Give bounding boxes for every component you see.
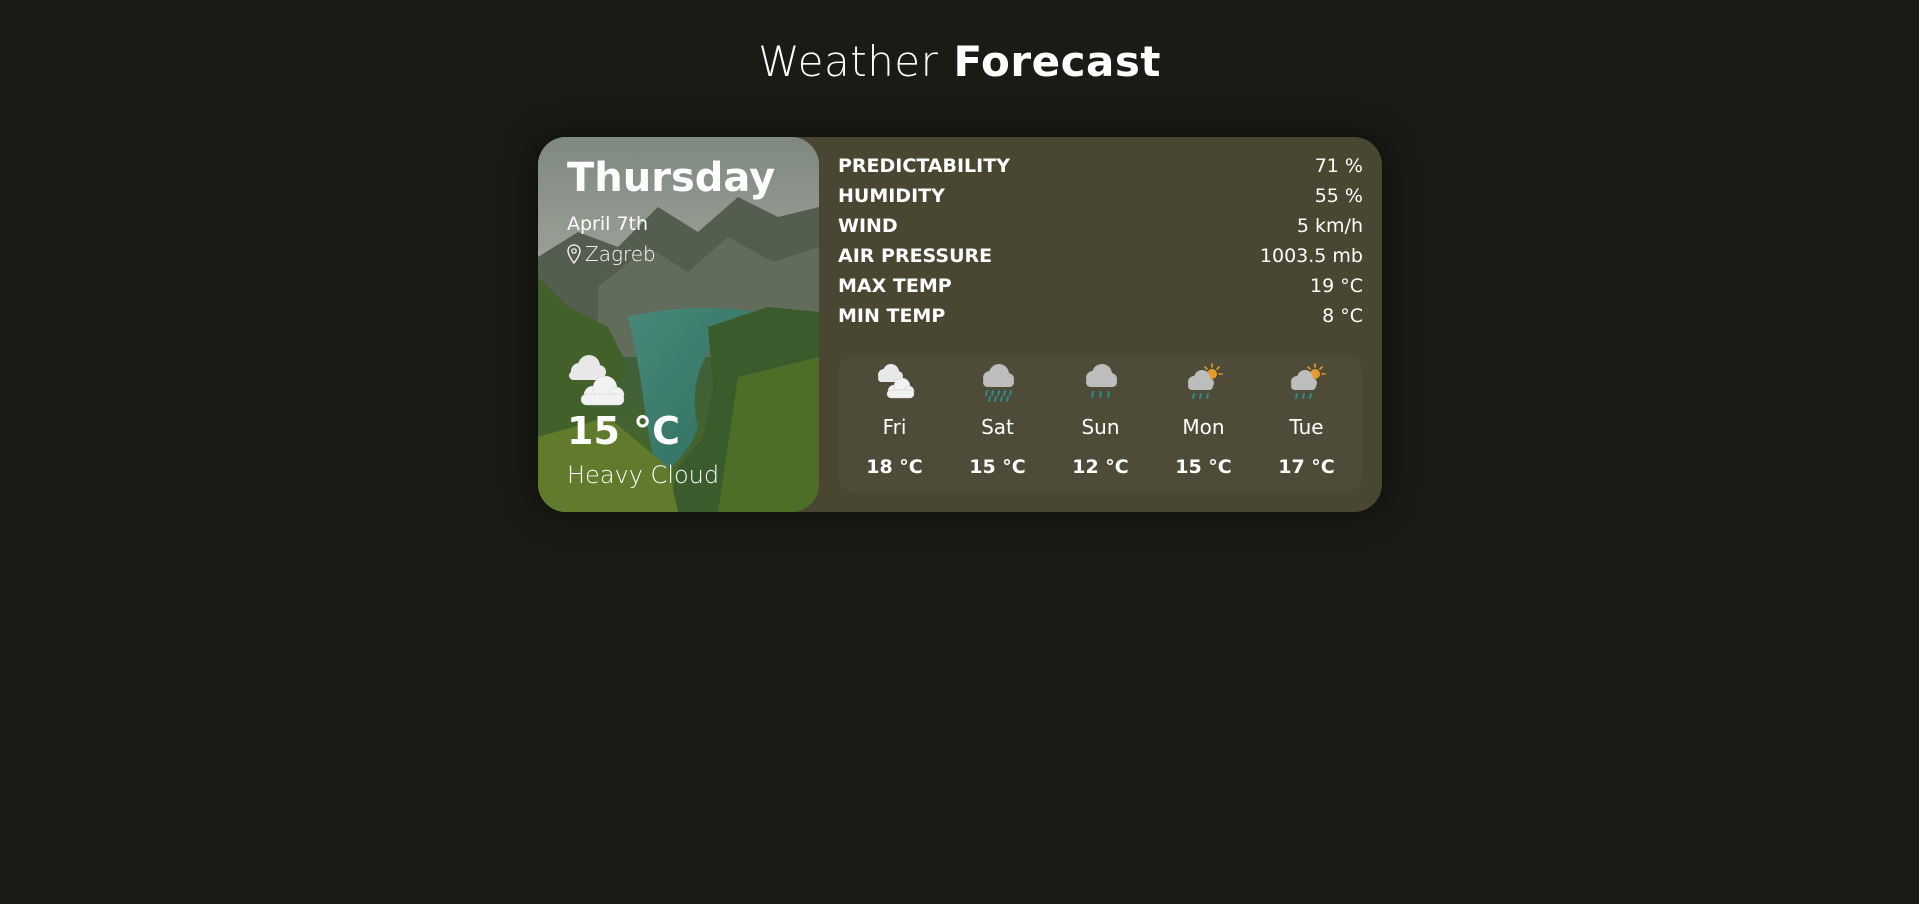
forecast-day-tue[interactable]: Tue 17 °C	[1255, 355, 1358, 493]
stat-wind: WIND 5 km/h	[838, 211, 1363, 241]
forecast-temperature: 12 °C	[1072, 456, 1129, 478]
stat-air-pressure: AIR PRESSURE 1003.5 mb	[838, 241, 1363, 271]
weather-card: Thursday April 7th Zagreb 15 °C Heavy Cl…	[538, 137, 1382, 512]
stat-value: 71 %	[1314, 155, 1363, 177]
current-description: Heavy Cloud	[567, 461, 720, 489]
location: Zagreb	[567, 242, 656, 266]
forecast-day-name: Fri	[882, 415, 907, 439]
stat-label: HUMIDITY	[838, 185, 945, 207]
stat-label: MIN TEMP	[838, 305, 946, 327]
current-date: April 7th	[567, 213, 649, 235]
stat-value: 55 %	[1314, 185, 1363, 207]
location-name: Zagreb	[585, 242, 656, 266]
forecast-day-name: Tue	[1289, 415, 1324, 439]
title-bold-text: Forecast	[953, 37, 1161, 86]
heavy-cloud-icon	[875, 363, 915, 405]
forecast-panel: Fri 18 °C Sat 15 °C Sun 12 °C Mon 15 °C …	[838, 355, 1363, 493]
stat-max-temp: MAX TEMP 19 °C	[838, 271, 1363, 301]
forecast-day-fri[interactable]: Fri 18 °C	[843, 355, 946, 493]
stat-label: PREDICTABILITY	[838, 155, 1010, 177]
stat-value: 1003.5 mb	[1259, 245, 1363, 267]
stat-value: 19 °C	[1310, 275, 1363, 297]
forecast-day-name: Sat	[981, 415, 1014, 439]
forecast-day-mon[interactable]: Mon 15 °C	[1152, 355, 1255, 493]
forecast-temperature: 18 °C	[866, 456, 923, 478]
stat-label: AIR PRESSURE	[838, 245, 993, 267]
showers-icon	[1184, 363, 1224, 407]
heavy-cloud-icon	[565, 353, 627, 411]
stat-humidity: HUMIDITY 55 %	[838, 181, 1363, 211]
title-light-text: Weather	[758, 37, 939, 86]
stat-predictability: PREDICTABILITY 71 %	[838, 151, 1363, 181]
current-day: Thursday	[567, 155, 776, 201]
current-temperature: 15 °C	[567, 409, 680, 453]
forecast-day-sat[interactable]: Sat 15 °C	[946, 355, 1049, 493]
forecast-day-name: Sun	[1081, 415, 1120, 439]
map-pin-icon	[567, 244, 581, 264]
light-rain-icon	[1081, 363, 1121, 407]
forecast-temperature: 15 °C	[1175, 456, 1232, 478]
forecast-temperature: 17 °C	[1278, 456, 1335, 478]
forecast-day-name: Mon	[1182, 415, 1225, 439]
stat-value: 8 °C	[1322, 305, 1363, 327]
forecast-temperature: 15 °C	[969, 456, 1026, 478]
heavy-rain-icon	[978, 363, 1018, 407]
current-weather-panel: Thursday April 7th Zagreb 15 °C Heavy Cl…	[538, 137, 819, 512]
weather-stats: PREDICTABILITY 71 % HUMIDITY 55 % WIND 5…	[838, 151, 1363, 331]
stat-min-temp: MIN TEMP 8 °C	[838, 301, 1363, 331]
forecast-day-sun[interactable]: Sun 12 °C	[1049, 355, 1152, 493]
stat-label: MAX TEMP	[838, 275, 952, 297]
stat-value: 5 km/h	[1296, 215, 1363, 237]
page-title: Weather Forecast	[0, 36, 1919, 88]
showers-icon	[1287, 363, 1327, 407]
stat-label: WIND	[838, 215, 898, 237]
